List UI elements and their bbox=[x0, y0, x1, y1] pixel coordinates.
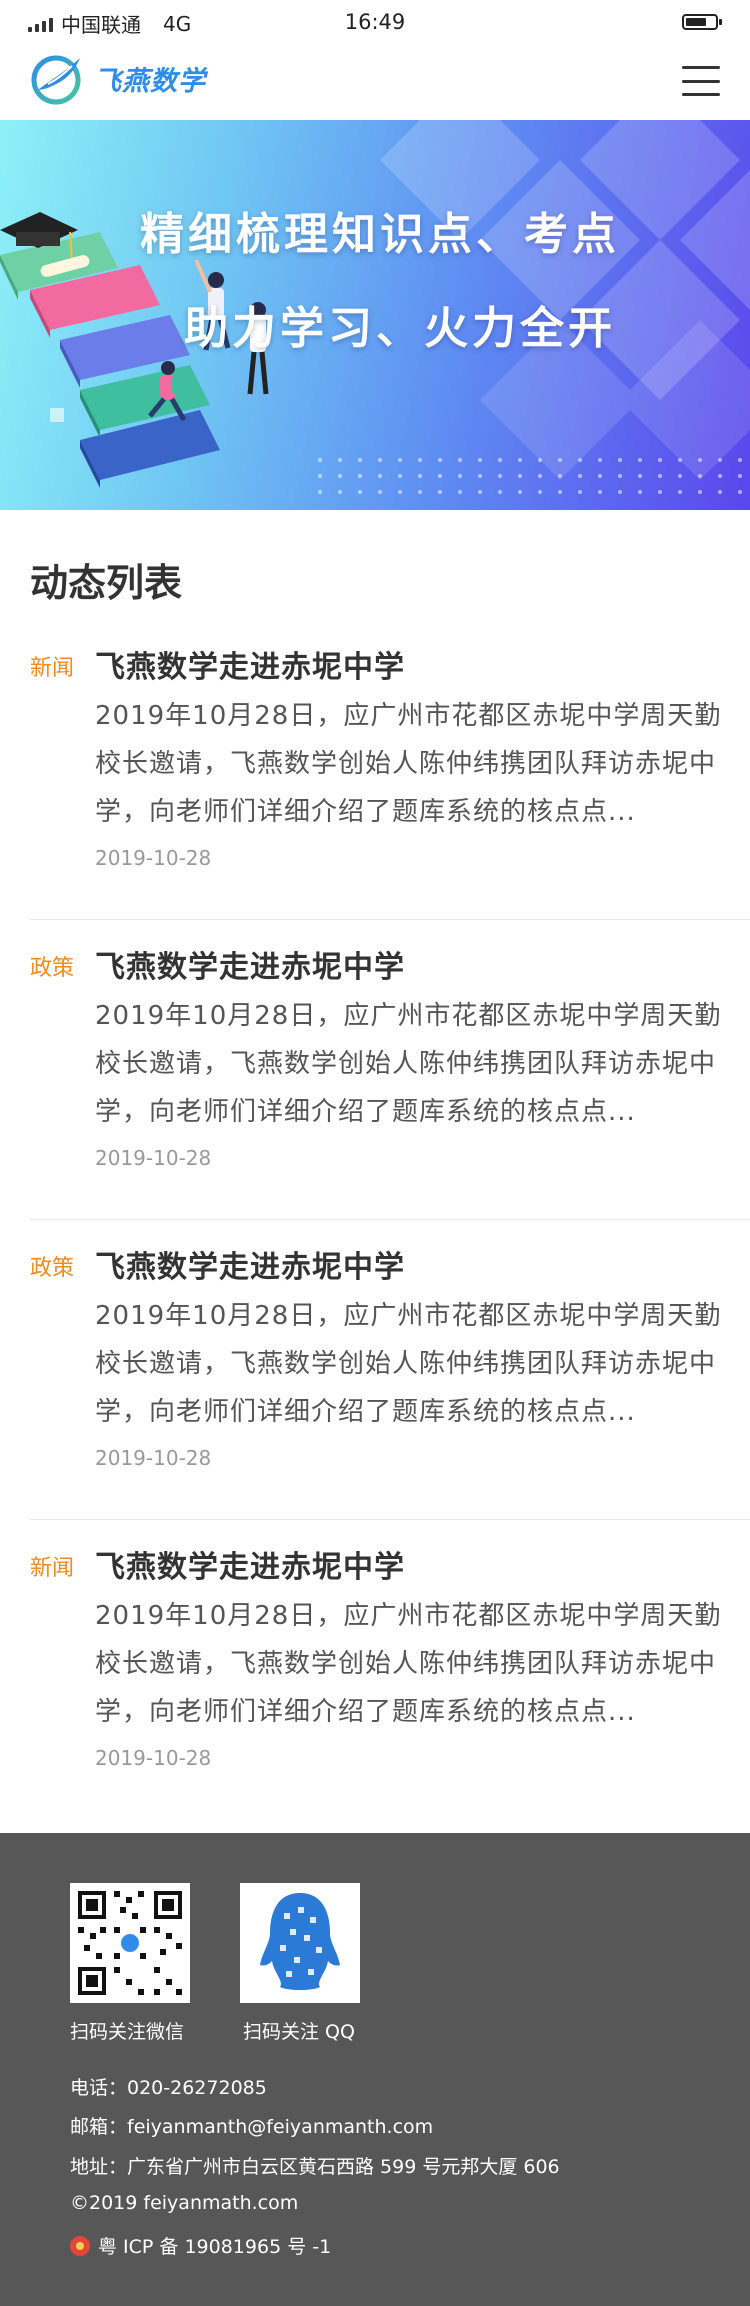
news-date: 2019-10-28 bbox=[95, 846, 212, 870]
qq-qr-caption: 扫码关注 QQ bbox=[243, 2021, 355, 2043]
contact-email[interactable]: 邮箱：feiyanmanth@feiyanmanth.com bbox=[70, 2112, 433, 2139]
news-item[interactable]: 政策 飞燕数学走进赤坭中学 2019年10月28日，应广州市花都区赤坭中学周天勤… bbox=[30, 1220, 750, 1520]
news-title[interactable]: 飞燕数学走进赤坭中学 bbox=[95, 942, 405, 986]
news-tag: 政策 bbox=[30, 1256, 75, 1281]
wechat-qr-caption: 扫码关注微信 bbox=[70, 2021, 185, 2043]
news-date: 2019-10-28 bbox=[95, 1446, 212, 1470]
news-summary: 2019年10月28日，应广州市花都区赤坭中学周天勤校长邀请，飞燕数学创始人陈仲… bbox=[95, 1601, 722, 1727]
contact-address: 地址：广东省广州市白云区黄石西路 599 号元邦大厦 606 bbox=[70, 2156, 560, 2178]
status-time: 16:49 bbox=[344, 10, 406, 34]
section-title: 动态列表 bbox=[30, 561, 183, 605]
logo-swallow-icon bbox=[31, 55, 81, 105]
news-tag: 新闻 bbox=[30, 656, 75, 681]
qq-qr-code bbox=[240, 1883, 360, 2003]
status-bar: 中国联通 4G 16:49 bbox=[0, 0, 750, 44]
logo-text: 飞燕数学 bbox=[94, 65, 206, 97]
news-title[interactable]: 飞燕数学走进赤坭中学 bbox=[95, 1242, 405, 1286]
news-tag: 新闻 bbox=[30, 1556, 75, 1581]
site-footer: 扫码关注微信 扫码关注 QQ 电话：020-26272085 邮箱：feiyan… bbox=[0, 1833, 750, 2306]
hamburger-menu-icon[interactable] bbox=[682, 66, 720, 96]
banner-headline: 精细梳理知识点、考点 bbox=[140, 209, 620, 260]
battery-icon bbox=[682, 14, 722, 30]
news-summary: 2019年10月28日，应广州市花都区赤坭中学周天勤校长邀请，飞燕数学创始人陈仲… bbox=[95, 701, 722, 827]
icp-record[interactable]: 粤 ICP 备 19081965 号 -1 bbox=[70, 2232, 331, 2259]
wechat-qr-code bbox=[70, 1883, 190, 2003]
news-summary: 2019年10月28日，应广州市花都区赤坭中学周天勤校长邀请，飞燕数学创始人陈仲… bbox=[95, 1001, 722, 1127]
logo[interactable]: 飞燕数学 bbox=[30, 50, 206, 106]
news-item[interactable]: 新闻 飞燕数学走进赤坭中学 2019年10月28日，应广州市花都区赤坭中学周天勤… bbox=[30, 1520, 750, 1820]
police-badge-icon bbox=[70, 2235, 90, 2256]
contact-phone[interactable]: 电话：020-26272085 bbox=[70, 2073, 267, 2100]
news-title[interactable]: 飞燕数学走进赤坭中学 bbox=[95, 642, 405, 686]
news-tag: 政策 bbox=[30, 956, 75, 981]
news-date: 2019-10-28 bbox=[95, 1746, 212, 1770]
icp-text: 粤 ICP 备 19081965 号 -1 bbox=[98, 2236, 332, 2258]
news-item[interactable]: 新闻 飞燕数学走进赤坭中学 2019年10月28日，应广州市花都区赤坭中学周天勤… bbox=[30, 620, 750, 920]
news-title[interactable]: 飞燕数学走进赤坭中学 bbox=[95, 1542, 405, 1586]
news-summary: 2019年10月28日，应广州市花都区赤坭中学周天勤校长邀请，飞燕数学创始人陈仲… bbox=[95, 1301, 722, 1427]
hero-banner[interactable]: 精细梳理知识点、考点 助力学习、火力全开 bbox=[0, 120, 750, 510]
news-item[interactable]: 政策 飞燕数学走进赤坭中学 2019年10月28日，应广州市花都区赤坭中学周天勤… bbox=[30, 920, 750, 1220]
copyright: ©2019 feiyanmath.com bbox=[70, 2192, 299, 2214]
news-list: 新闻 飞燕数学走进赤坭中学 2019年10月28日，应广州市花都区赤坭中学周天勤… bbox=[0, 620, 750, 1820]
site-header: 飞燕数学 bbox=[0, 44, 750, 120]
news-date: 2019-10-28 bbox=[95, 1146, 212, 1170]
banner-subheadline: 助力学习、火力全开 bbox=[184, 303, 616, 354]
